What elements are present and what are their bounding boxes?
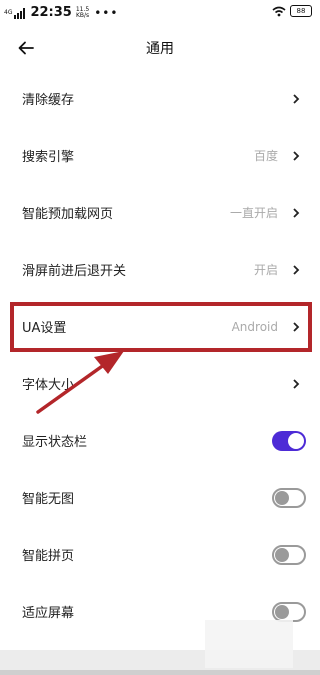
annotation-arrow-icon [36,351,124,414]
watermark [205,620,293,668]
